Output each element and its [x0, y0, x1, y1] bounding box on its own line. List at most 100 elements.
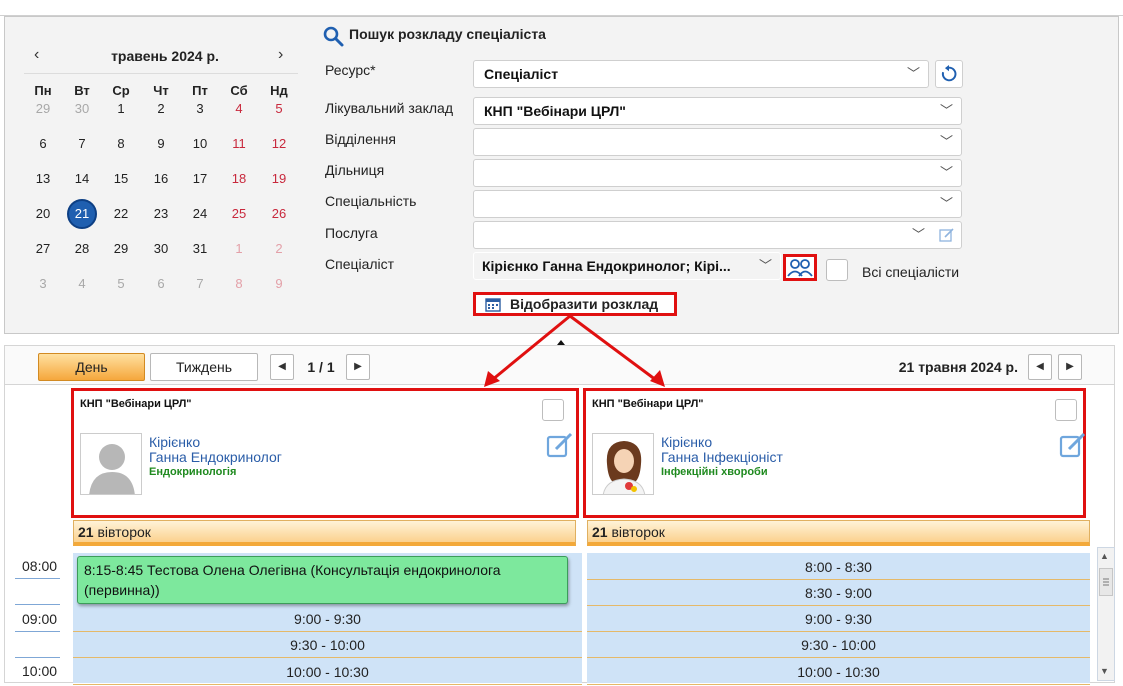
- time-label: 10:00: [22, 663, 58, 679]
- schedule-column: 8:00 - 8:30 8:30 - 9:00 9:00 - 9:30 9:30…: [587, 553, 1090, 685]
- calendar-day[interactable]: 5: [264, 94, 294, 124]
- service-select[interactable]: ﹀: [473, 221, 962, 249]
- calendar-day[interactable]: 25: [224, 199, 254, 229]
- calendar-day[interactable]: 21: [67, 199, 97, 229]
- calendar-day[interactable]: 28: [67, 234, 97, 264]
- calendar-title: травень 2024 р.: [111, 48, 219, 64]
- facility-value: КНП "Вебінари ЦРЛ": [484, 103, 626, 119]
- vertical-scrollbar[interactable]: ▲ ▼: [1097, 547, 1115, 681]
- calendar-day[interactable]: 9: [264, 269, 294, 299]
- card-checkbox[interactable]: [1055, 399, 1077, 421]
- calendar-day[interactable]: 29: [106, 234, 136, 264]
- scroll-up-icon[interactable]: ▲: [1100, 551, 1109, 561]
- calendar-day[interactable]: 6: [28, 129, 58, 159]
- day-view-button[interactable]: День: [38, 353, 145, 381]
- calendar-day[interactable]: 14: [67, 164, 97, 194]
- next-page-button[interactable]: ▶: [346, 354, 370, 380]
- calendar-day[interactable]: 11: [224, 129, 254, 159]
- time-slot[interactable]: 10:00 - 10:30: [587, 659, 1090, 685]
- search-title: Пошук розкладу спеціаліста: [349, 26, 546, 42]
- time-slot[interactable]: 9:30 - 10:00: [73, 632, 582, 658]
- specialist-select[interactable]: Кірієнко Ганна Ендокринолог; Кірі... ﹀: [473, 252, 781, 280]
- calendar-day[interactable]: 17: [185, 164, 215, 194]
- card-checkbox[interactable]: [542, 399, 564, 421]
- reset-button[interactable]: [935, 60, 963, 88]
- edit-icon[interactable]: [939, 227, 955, 243]
- calendar-day[interactable]: 30: [67, 94, 97, 124]
- annotation-arrows: [484, 314, 665, 387]
- resource-select[interactable]: Спеціаліст ﹀: [473, 60, 929, 88]
- calendar-day[interactable]: 7: [185, 269, 215, 299]
- calendar-day[interactable]: 2: [264, 234, 294, 264]
- card-institution: КНП "Вебінари ЦРЛ": [592, 398, 704, 410]
- specialty-label: Спеціальність: [325, 193, 417, 209]
- calendar-day[interactable]: 27: [28, 234, 58, 264]
- calendar-day[interactable]: 10: [185, 129, 215, 159]
- calendar-day[interactable]: 4: [224, 94, 254, 124]
- calendar-day[interactable]: 16: [146, 164, 176, 194]
- calendar-day[interactable]: 12: [264, 129, 294, 159]
- select-specialists-button[interactable]: [783, 254, 817, 281]
- calendar-day[interactable]: 20: [28, 199, 58, 229]
- scroll-thumb[interactable]: [1099, 568, 1113, 596]
- appointment-block[interactable]: 8:15-8:45 Тестова Олена Олегівна (Консул…: [77, 556, 568, 604]
- calendar-day[interactable]: 3: [185, 94, 215, 124]
- calendar-day[interactable]: 3: [28, 269, 58, 299]
- chevron-down-icon: ﹀: [939, 165, 953, 180]
- scroll-down-icon[interactable]: ▼: [1100, 666, 1109, 676]
- calendar-day[interactable]: 5: [106, 269, 136, 299]
- calendar-icon: [485, 298, 501, 312]
- facility-label: Лікувальний заклад: [325, 100, 453, 116]
- calendar-day[interactable]: 1: [106, 94, 136, 124]
- specialist-name[interactable]: Кірієнко Ганна Інфекціоніст: [661, 435, 783, 465]
- calendar-day[interactable]: 19: [264, 164, 294, 194]
- time-slot[interactable]: 9:30 - 10:00: [587, 632, 1090, 658]
- calendar-day[interactable]: 9: [146, 129, 176, 159]
- calendar-day[interactable]: 8: [224, 269, 254, 299]
- calendar-day[interactable]: 29: [28, 94, 58, 124]
- calendar-day[interactable]: 31: [185, 234, 215, 264]
- day-header: 21 вівторок: [73, 520, 576, 546]
- top-strip: [0, 0, 1123, 16]
- prev-date-button[interactable]: ◀: [1028, 354, 1052, 380]
- time-slot[interactable]: 10:00 - 10:30: [73, 659, 582, 685]
- calendar-prev-button[interactable]: ‹: [34, 45, 39, 65]
- time-slot[interactable]: 8:00 - 8:30: [587, 554, 1090, 580]
- edit-icon[interactable]: [546, 431, 574, 459]
- all-specialists-label: Всі спеціалісти: [862, 264, 960, 280]
- facility-select[interactable]: КНП "Вебінари ЦРЛ" ﹀: [473, 97, 962, 125]
- next-date-button[interactable]: ▶: [1058, 354, 1082, 380]
- name-line2: Ганна Інфекціоніст: [661, 449, 783, 465]
- all-specialists-checkbox[interactable]: [826, 259, 848, 281]
- calendar-day[interactable]: 4: [67, 269, 97, 299]
- calendar-day[interactable]: 23: [146, 199, 176, 229]
- calendar-day[interactable]: 24: [185, 199, 215, 229]
- time-slot[interactable]: 9:00 - 9:30: [587, 606, 1090, 632]
- calendar-day[interactable]: 2: [146, 94, 176, 124]
- calendar-day[interactable]: 30: [146, 234, 176, 264]
- edit-icon[interactable]: [1059, 431, 1087, 459]
- calendar-day[interactable]: 13: [28, 164, 58, 194]
- calendar-day[interactable]: 7: [67, 129, 97, 159]
- time-slot[interactable]: 9:00 - 9:30: [73, 606, 582, 632]
- name-line2: Ганна Ендокринолог: [149, 449, 282, 465]
- calendar-day[interactable]: 15: [106, 164, 136, 194]
- calendar-day[interactable]: 26: [264, 199, 294, 229]
- prev-page-button[interactable]: ◀: [270, 354, 294, 380]
- avatar: [592, 433, 654, 495]
- search-icon: [322, 25, 346, 49]
- calendar-day[interactable]: 8: [106, 129, 136, 159]
- district-select[interactable]: ﹀: [473, 159, 962, 187]
- time-slot[interactable]: 8:30 - 9:00: [587, 580, 1090, 606]
- specialist-name[interactable]: Кірієнко Ганна Ендокринолог: [149, 435, 282, 465]
- calendar-day[interactable]: 22: [106, 199, 136, 229]
- calendar-day[interactable]: 1: [224, 234, 254, 264]
- service-label: Послуга: [325, 225, 378, 241]
- specialty-select[interactable]: ﹀: [473, 190, 962, 218]
- time-divider: [15, 578, 60, 579]
- calendar-day[interactable]: 6: [146, 269, 176, 299]
- department-select[interactable]: ﹀: [473, 128, 962, 156]
- calendar-day[interactable]: 18: [224, 164, 254, 194]
- calendar-next-button[interactable]: ›: [278, 45, 283, 65]
- week-view-button[interactable]: Тиждень: [150, 353, 258, 381]
